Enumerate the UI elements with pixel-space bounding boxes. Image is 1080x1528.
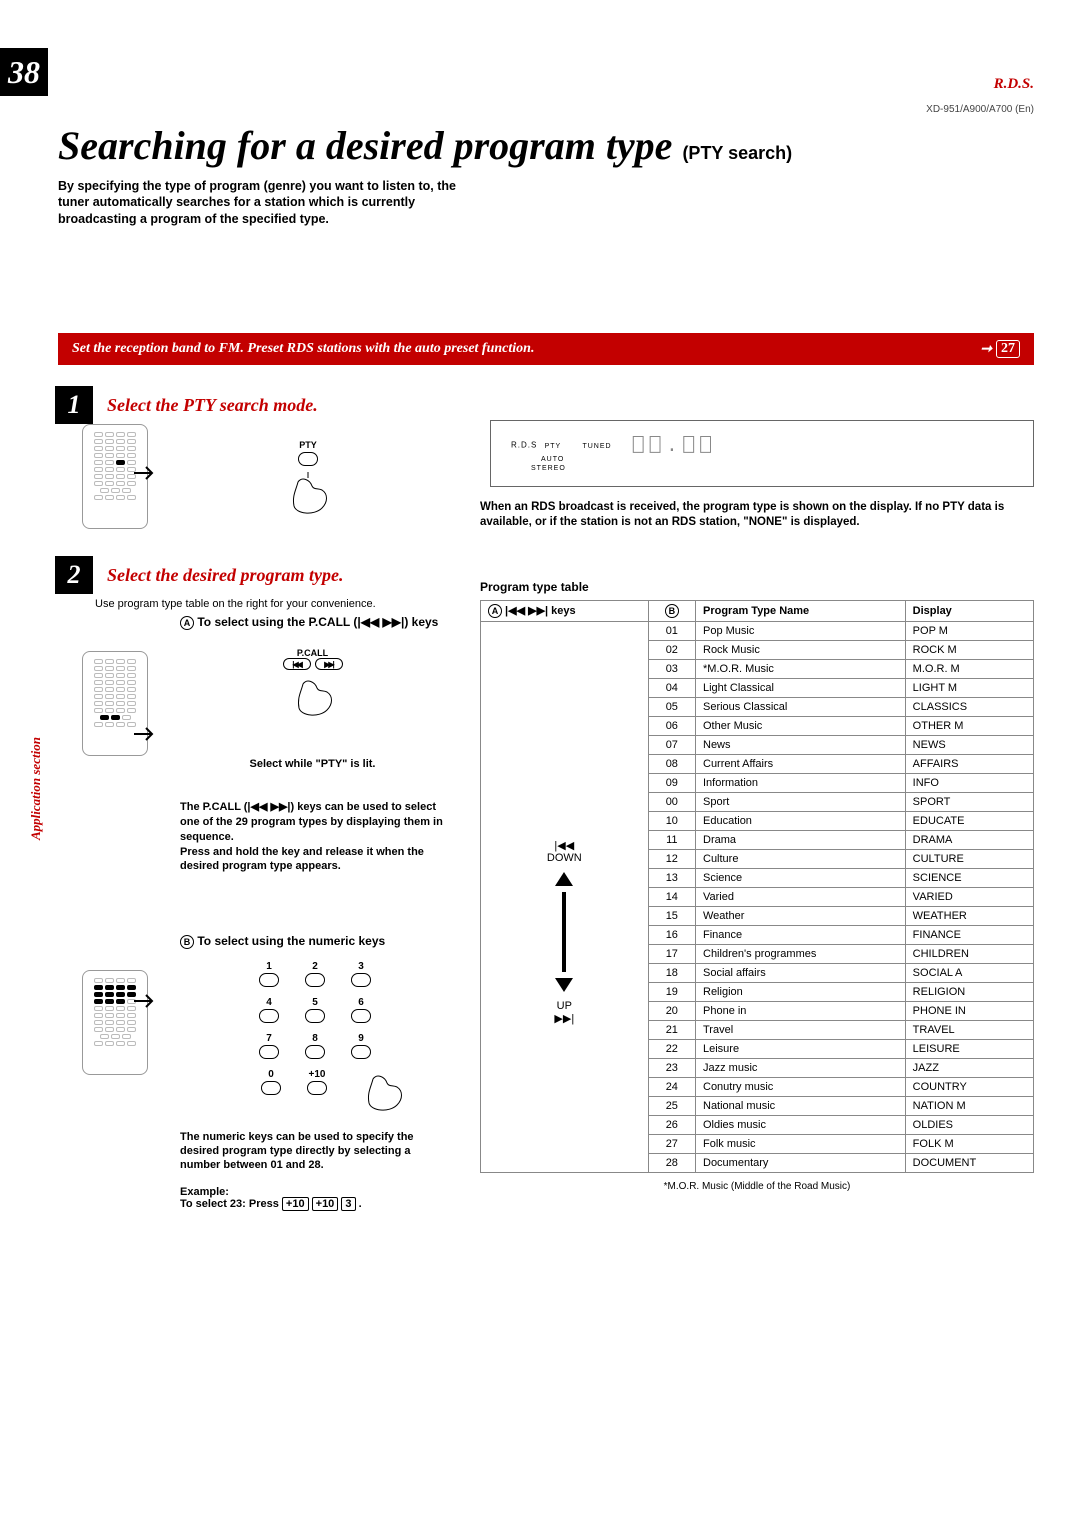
page-number: 38 bbox=[0, 48, 48, 96]
display-rds: R.D.S bbox=[511, 441, 537, 450]
title-main: Searching for a desired program type bbox=[58, 123, 682, 168]
suba-par1: The P.CALL (|◀◀ ▶▶|) keys can be used to… bbox=[180, 800, 445, 845]
key-7: 7 bbox=[259, 1033, 279, 1059]
step1-title: Select the PTY search mode. bbox=[107, 395, 318, 416]
key-8: 8 bbox=[305, 1033, 325, 1059]
key-3: 3 bbox=[351, 961, 371, 987]
table-footnote: *M.O.R. Music (Middle of the Road Music) bbox=[480, 1181, 1034, 1192]
program-type-table: A |◀◀ ▶▶| keys B Program Type Name Displ… bbox=[480, 600, 1034, 1173]
keys-column: |◀◀ DOWNUP ▶▶| bbox=[481, 622, 649, 1173]
remote-illustration bbox=[82, 970, 148, 1075]
pointer-arrow-icon bbox=[134, 727, 160, 741]
th-name: Program Type Name bbox=[696, 601, 906, 622]
numeric-par: The numeric keys can be used to specify … bbox=[180, 1131, 450, 1172]
pointer-arrow-icon bbox=[134, 994, 160, 1008]
table-row: |◀◀ DOWNUP ▶▶|01Pop MusicPOP M bbox=[481, 622, 1034, 641]
key-2: 2 bbox=[305, 961, 325, 987]
model-codes: XD-951/A900/A700 (En) bbox=[926, 104, 1034, 115]
th-display: Display bbox=[905, 601, 1033, 622]
suba-par2: Press and hold the key and release it wh… bbox=[180, 845, 445, 875]
pointer-arrow-icon bbox=[134, 466, 160, 480]
rds-header: R.D.S. bbox=[994, 76, 1034, 93]
hand-press-icon bbox=[353, 1069, 397, 1113]
th-b: B bbox=[648, 601, 695, 622]
page-ref: 27 bbox=[996, 340, 1020, 358]
display-auto: AUTO bbox=[541, 456, 564, 463]
key-5: 5 bbox=[305, 997, 325, 1023]
key-0: 0 bbox=[261, 1069, 281, 1113]
preset-banner: Set the reception band to FM. Preset RDS… bbox=[58, 333, 1034, 365]
display-pty: PTY bbox=[545, 443, 562, 450]
suba-select-note: Select while "PTY" is lit. bbox=[180, 758, 445, 770]
hand-press-icon bbox=[278, 472, 338, 516]
key-1: 1 bbox=[259, 961, 279, 987]
suba-title: To select using the P.CALL (|◀◀ ▶▶|) key… bbox=[197, 615, 438, 629]
circled-b-icon: B bbox=[180, 935, 194, 949]
section-side-label: Application section bbox=[28, 737, 44, 840]
display-tuned: TUNED bbox=[582, 443, 611, 450]
page-title: Searching for a desired program type (PT… bbox=[58, 122, 792, 169]
pcall-label: P.CALL bbox=[180, 648, 445, 658]
step2-title: Select the desired program type. bbox=[107, 565, 343, 586]
pcall-next-icon: ▶▶| bbox=[315, 658, 343, 670]
key-4: 4 bbox=[259, 997, 279, 1023]
pty-button-label: PTY bbox=[278, 440, 338, 450]
step2-note: Use program type table on the right for … bbox=[95, 598, 376, 610]
intro-text: By specifying the type of program (genre… bbox=[58, 178, 478, 227]
arrow-icon: ➞ bbox=[980, 341, 992, 358]
table-caption: Program type table bbox=[480, 580, 1034, 594]
key-9: 9 bbox=[351, 1033, 371, 1059]
preset-banner-text: Set the reception band to FM. Preset RDS… bbox=[72, 341, 534, 357]
key-6: 6 bbox=[351, 997, 371, 1023]
subb-title: To select using the numeric keys bbox=[197, 934, 385, 948]
circled-a-icon: A bbox=[180, 616, 194, 630]
display-stereo: STEREO bbox=[531, 465, 566, 472]
pcall-prev-icon: |◀◀ bbox=[283, 658, 311, 670]
key-plus10: +10 bbox=[307, 1069, 327, 1113]
numeric-keypad: 1 2 3 4 5 6 7 8 9 0 +10 bbox=[180, 961, 450, 1113]
title-sub: (PTY search) bbox=[682, 143, 792, 163]
pty-button-icon bbox=[298, 452, 318, 466]
th-keys: A |◀◀ ▶▶| keys bbox=[481, 601, 649, 622]
step2-number: 2 bbox=[55, 556, 93, 594]
display-note: When an RDS broadcast is received, the p… bbox=[480, 500, 1034, 530]
step1-number: 1 bbox=[55, 386, 93, 424]
example-text: To select 23: Press +10 +10 3 . bbox=[180, 1198, 450, 1210]
lcd-display: R.D.S PTY TUNED ⎕⎕.⎕⎕ AUTO STEREO bbox=[490, 420, 1034, 487]
display-segments: ⎕⎕.⎕⎕ bbox=[633, 435, 717, 456]
hand-press-icon bbox=[283, 674, 343, 718]
